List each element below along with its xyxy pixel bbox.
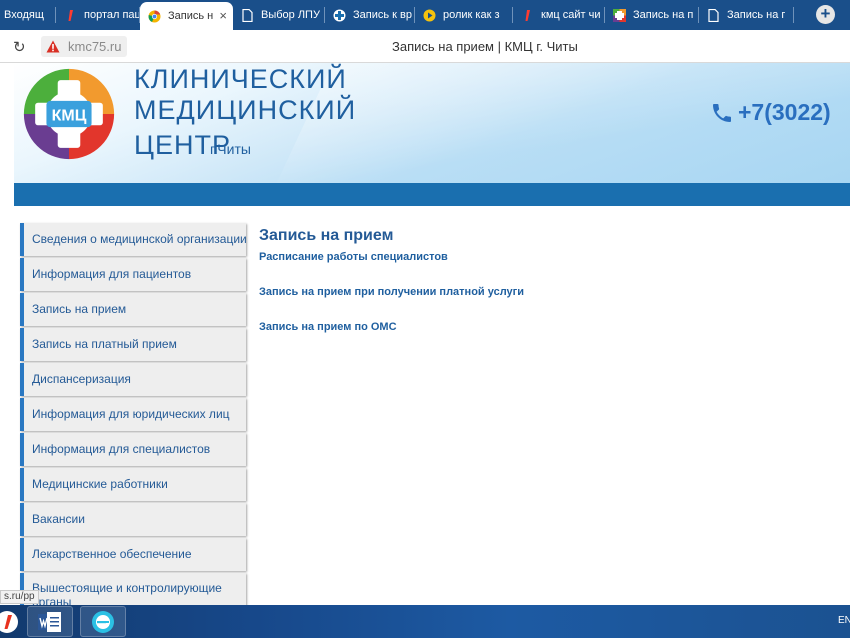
sidebar-item-label: Информация для специалистов [32, 442, 211, 456]
sidebar-item-8[interactable]: Вакансии [20, 503, 246, 536]
yandex-icon [525, 9, 530, 21]
url-box[interactable]: kmc75.ru [41, 36, 128, 57]
sidebar-menu: Сведения о медицинской организации Информ… [20, 223, 247, 605]
tab-0[interactable]: Входящ [0, 0, 56, 30]
logo-text: КМЦ [52, 108, 87, 125]
sidebar-item-10[interactable]: Вышестоящие и контролирующие органы [20, 573, 246, 605]
page-icon [708, 8, 719, 22]
phone-icon [713, 103, 731, 122]
sidebar-item-label: Запись на платный прием [32, 337, 177, 351]
tab-label: Выбор ЛПУ [261, 9, 320, 21]
page-title: Запись на прием | КМЦ г. Читы [392, 39, 578, 54]
sidebar-item-5[interactable]: Информация для юридических лиц [20, 398, 246, 431]
word-icon [38, 611, 61, 632]
header-phone[interactable]: +7(3022) [710, 99, 831, 126]
keyboard-language[interactable]: EN [838, 615, 850, 626]
sidebar-item-1[interactable]: Информация для пациентов [20, 258, 246, 291]
tab-label: кмц сайт чи [541, 9, 601, 21]
tab-label: Запись н [168, 10, 214, 22]
site-city: г.Читы [210, 141, 251, 157]
site-title-line1: КЛИНИЧЕСКИЙ [134, 64, 347, 94]
sidebar-item-2[interactable]: Запись на прием [20, 293, 246, 326]
tab-label: Входящ [4, 9, 44, 21]
taskbar-word[interactable] [27, 606, 73, 637]
site-header: КМЦ КЛИНИЧЕСКИЙ МЕДИЦИНСКИЙ ЦЕНТР г.Читы… [14, 63, 850, 183]
sidebar-item-9[interactable]: Лекарственное обеспечение [20, 538, 246, 571]
internet-explorer-icon [92, 610, 114, 633]
oms-appointment-link[interactable]: Запись на прием по ОМС [259, 321, 397, 333]
sidebar-item-6[interactable]: Информация для специалистов [20, 433, 246, 466]
sidebar-item-7[interactable]: Медицинские работники [20, 468, 246, 501]
medical-cross-icon [333, 9, 346, 21]
tab-3[interactable]: Выбор ЛПУ [233, 0, 325, 30]
sidebar-item-label: Вышестоящие и контролирующие органы [32, 581, 222, 605]
taskbar: EN [0, 605, 850, 638]
tab-6[interactable]: кмц сайт чи [513, 0, 605, 30]
tab-label: Запись к вр [353, 9, 412, 21]
tab-label: Запись на п [633, 9, 694, 21]
tab-label: ролик как з [443, 9, 500, 21]
youtube-icon [423, 9, 436, 21]
kmc-favicon-icon [613, 8, 626, 22]
tab-8[interactable]: Запись на г [699, 0, 794, 30]
sidebar-item-label: Запись на прием [32, 302, 127, 316]
phone-number: +7(3022) [738, 99, 831, 125]
content-title: Запись на прием [259, 227, 394, 244]
taskbar-ie[interactable] [80, 606, 126, 637]
tab-label: портал пац [84, 9, 140, 21]
paid-appointment-link[interactable]: Запись на прием при получении платной ус… [259, 286, 524, 298]
web-page: КМЦ КЛИНИЧЕСКИЙ МЕДИЦИНСКИЙ ЦЕНТР г.Читы… [0, 63, 850, 605]
tab-5[interactable]: ролик как з [415, 0, 513, 30]
tab-2[interactable]: Запись н × [140, 2, 233, 30]
status-url-tooltip: s.ru/pp [0, 590, 39, 604]
navigation-strip [14, 183, 850, 206]
chrome-icon [148, 9, 161, 22]
sidebar-item-label: Информация для юридических лиц [32, 407, 230, 421]
tab-4[interactable]: Запись к вр [325, 0, 415, 30]
address-bar: ↻ kmc75.ru Запись на прием | КМЦ г. Читы [0, 30, 850, 63]
new-tab-button[interactable]: + [816, 5, 835, 24]
tab-label: Запись на г [727, 9, 786, 21]
tab-7[interactable]: Запись на п [605, 0, 699, 30]
sidebar-item-label: Диспансеризация [32, 372, 131, 386]
reload-icon[interactable]: ↻ [13, 38, 26, 56]
url-text: kmc75.ru [68, 39, 122, 54]
tab-1[interactable]: портал пац [56, 0, 140, 30]
tab-separator [793, 7, 794, 23]
sidebar-item-label: Вакансии [32, 512, 85, 526]
close-tab-icon[interactable]: × [219, 8, 227, 23]
sidebar-item-label: Информация для пациентов [32, 267, 192, 281]
yandex-icon [68, 9, 73, 21]
sidebar-item-label: Медицинские работники [32, 477, 168, 491]
sidebar-item-label: Лекарственное обеспечение [32, 547, 192, 561]
sidebar-item-3[interactable]: Запись на платный прием [20, 328, 246, 361]
yandex-browser-icon [0, 610, 18, 633]
kmc-logo-icon[interactable]: КМЦ [22, 67, 116, 161]
tab-bar: Входящ портал пац Запись н × Выбор ЛПУ Запись… [0, 0, 850, 30]
sidebar-item-4[interactable]: Диспансеризация [20, 363, 246, 396]
site-title-line2: МЕДИЦИНСКИЙ [134, 95, 357, 125]
sidebar-item-label: Сведения о медицинской организации [32, 232, 246, 246]
taskbar-yandex-browser[interactable] [0, 606, 22, 637]
schedule-link[interactable]: Расписание работы специалистов [259, 251, 448, 263]
page-icon [242, 8, 253, 22]
warning-icon[interactable] [46, 40, 60, 53]
sidebar-item-0[interactable]: Сведения о медицинской организации [20, 223, 246, 256]
